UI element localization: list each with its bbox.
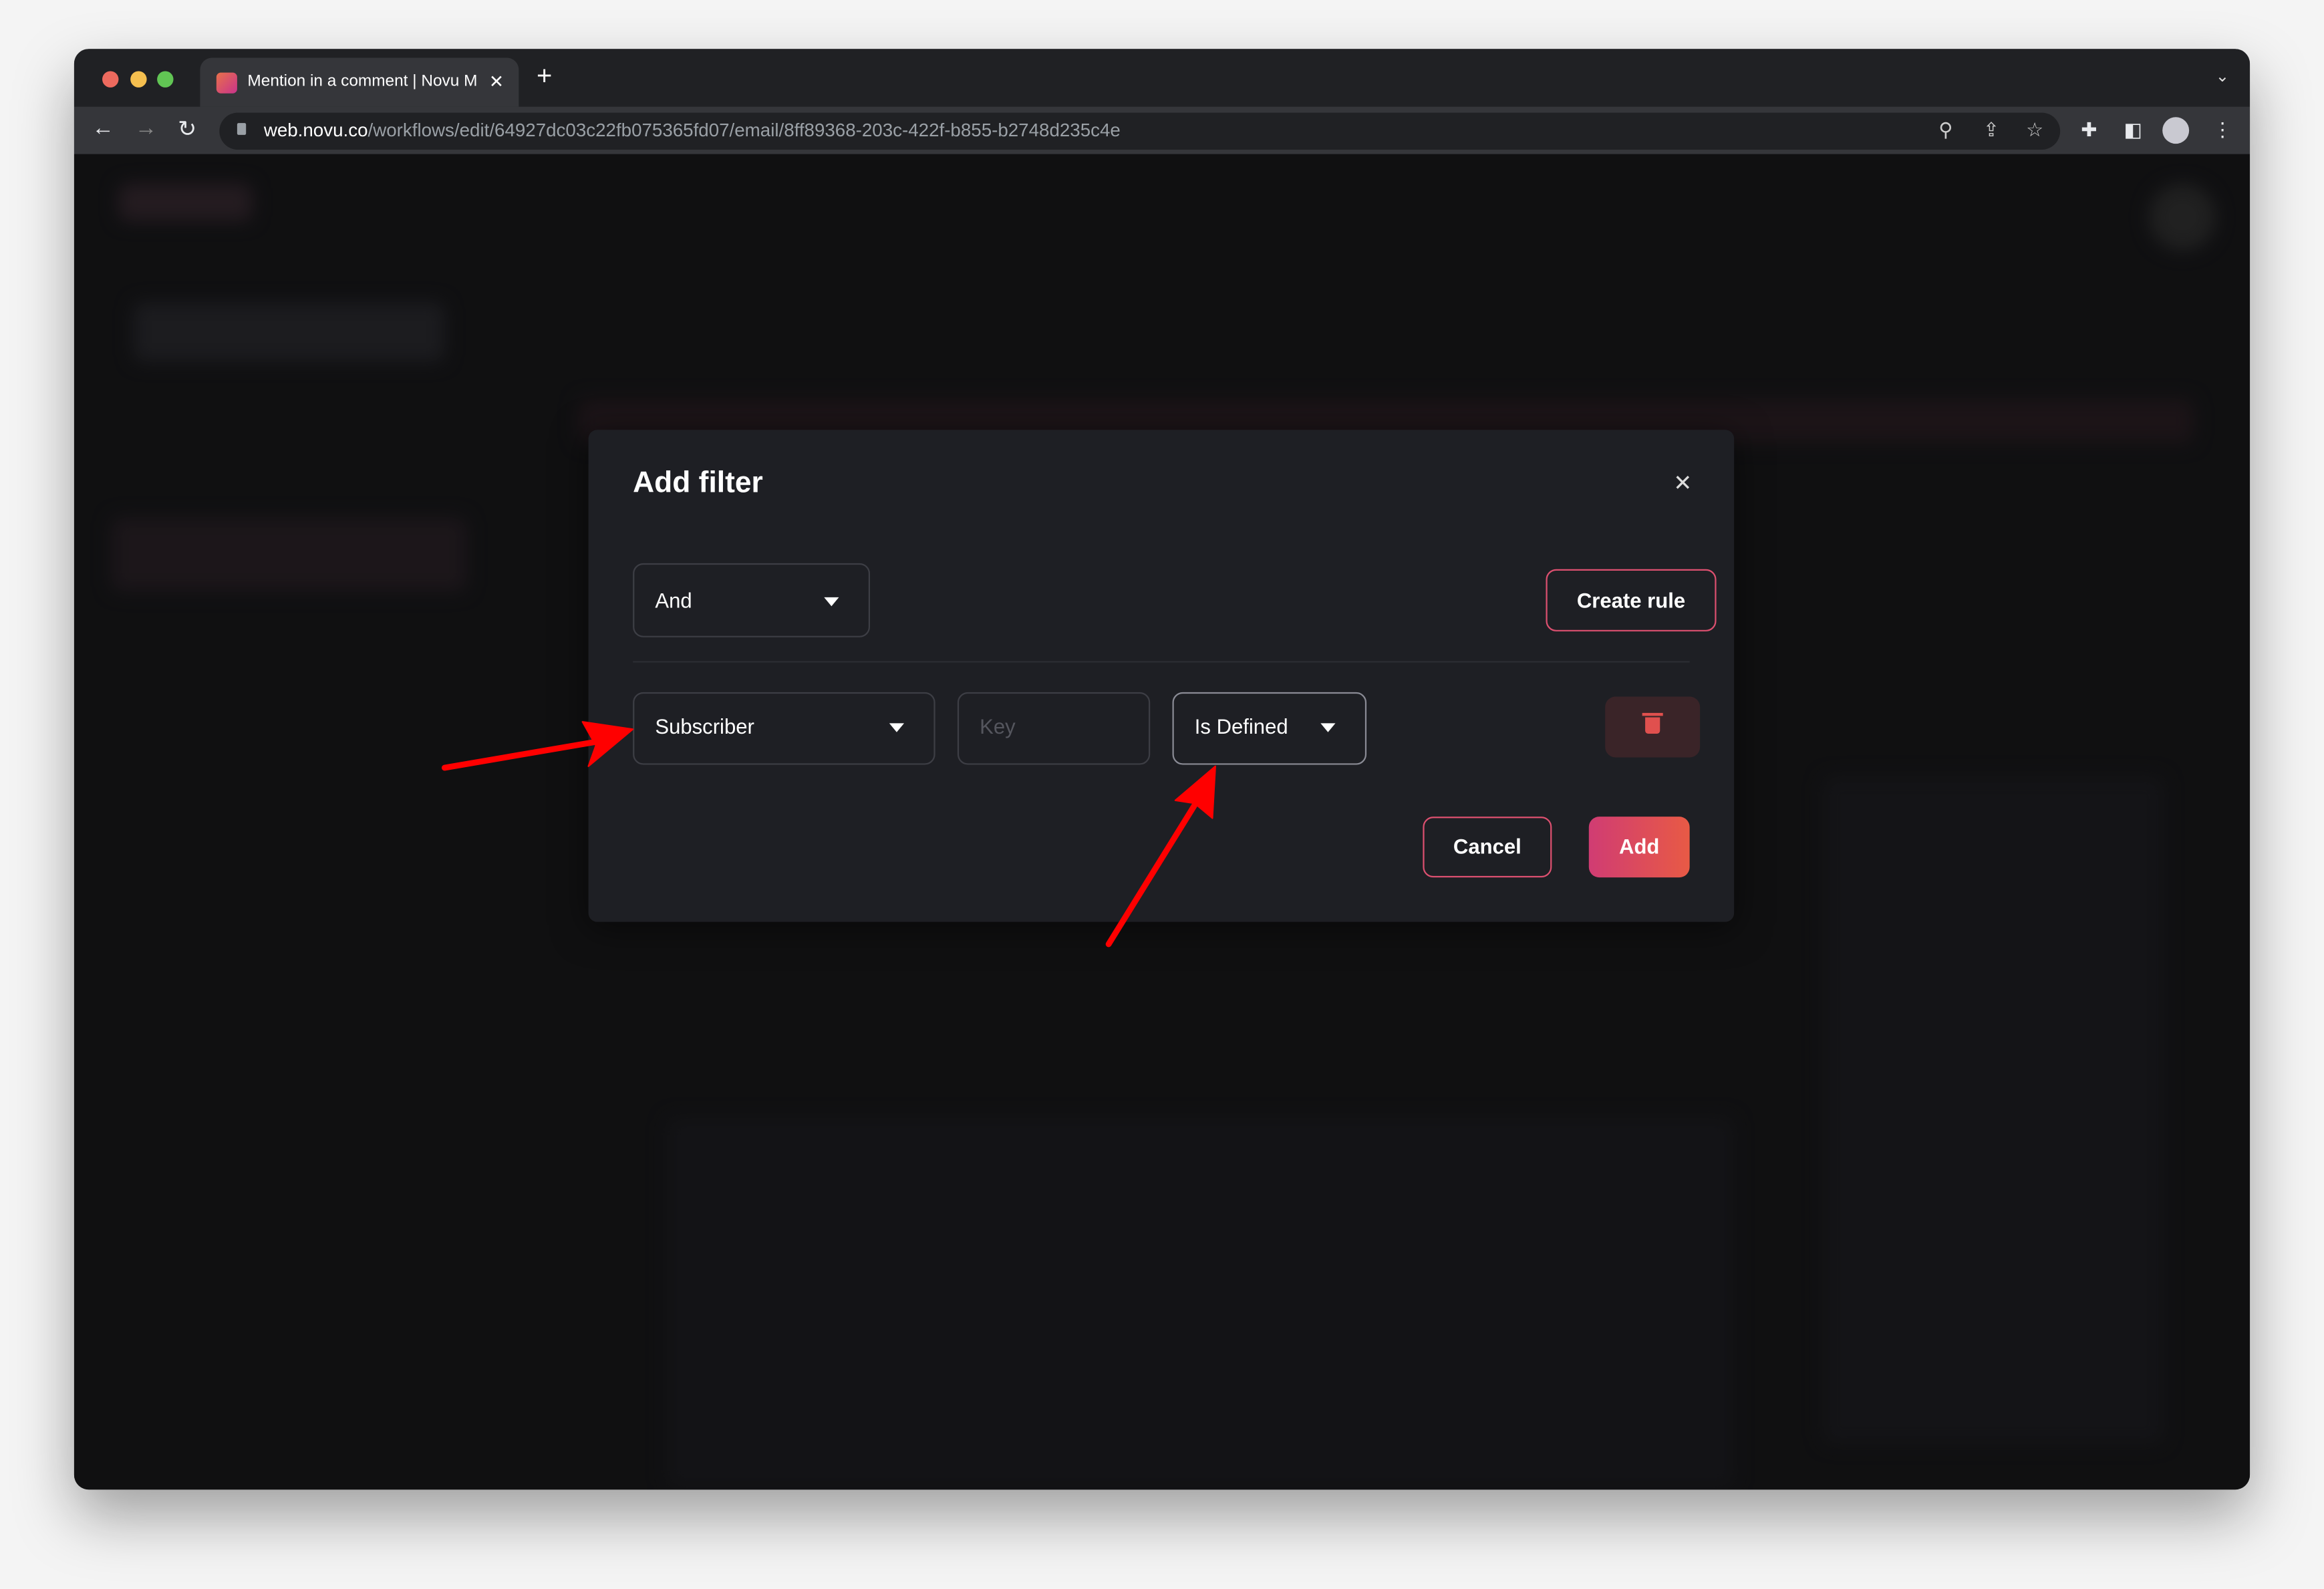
annotation-arrow-shaft <box>1105 797 1201 948</box>
annotation-arrow-shaft <box>441 738 603 771</box>
annotation-arrow-head <box>1174 765 1216 819</box>
annotation-arrows <box>441 721 1216 948</box>
